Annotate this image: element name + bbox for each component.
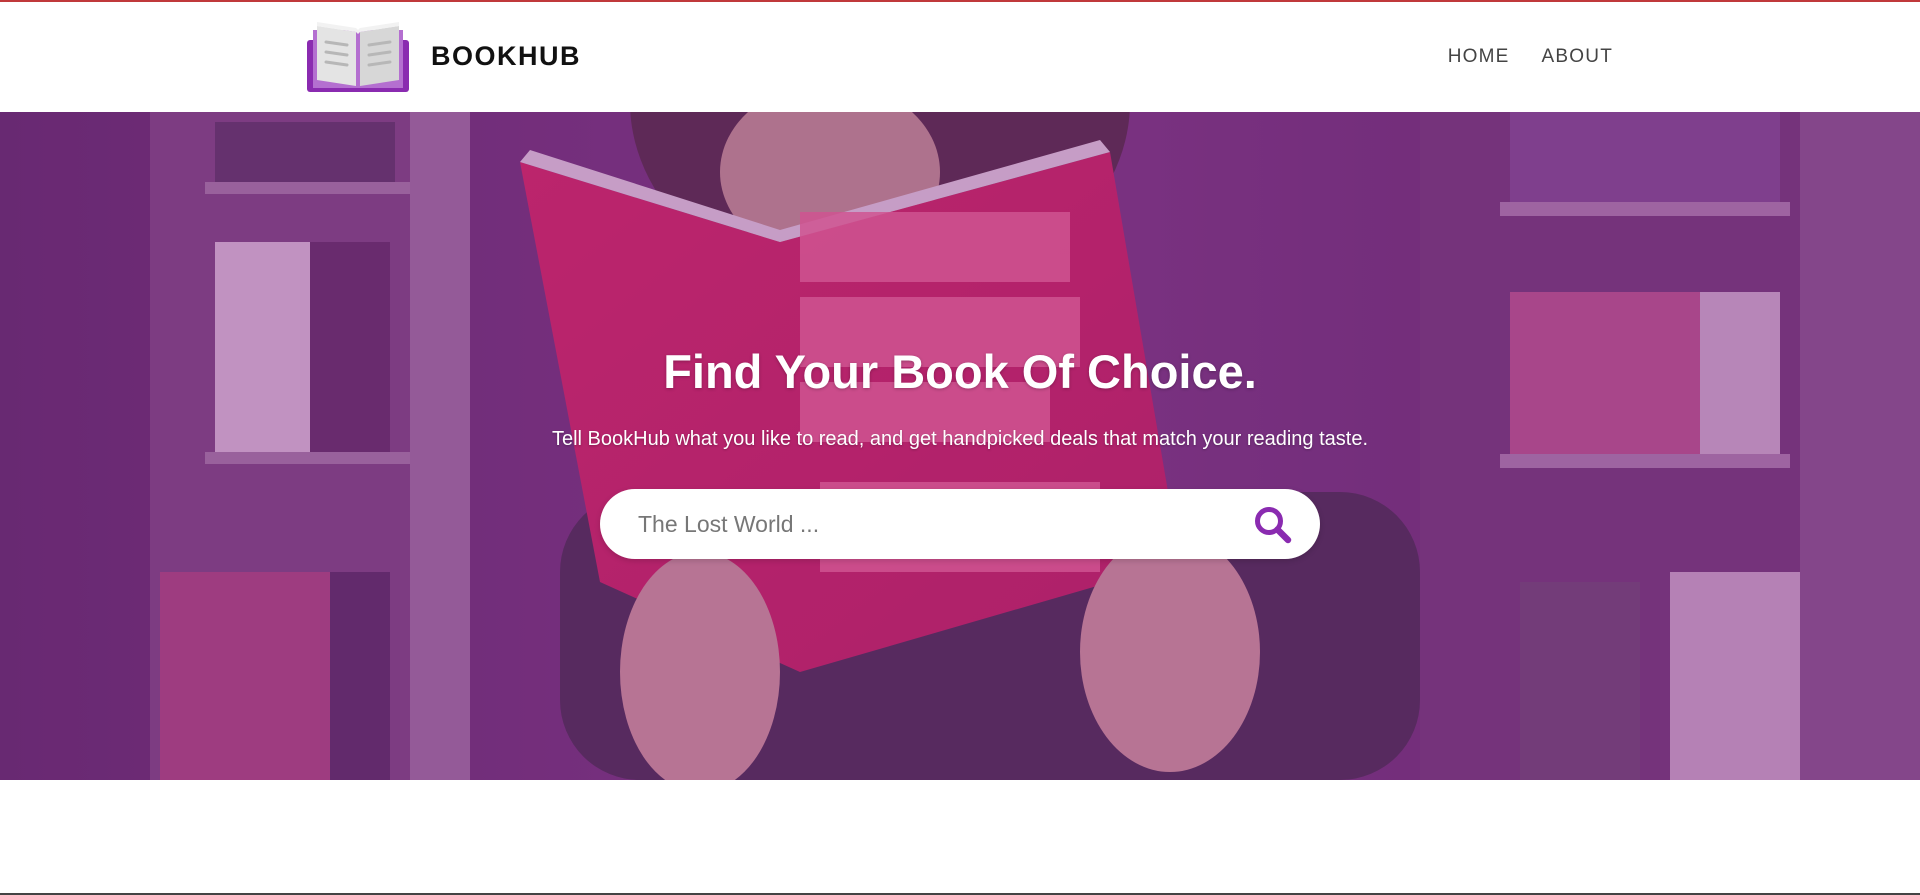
- brand-link[interactable]: BOOKHUB: [307, 20, 581, 92]
- hero-title: Find Your Book Of Choice.: [663, 345, 1257, 398]
- search-bar: [600, 489, 1320, 559]
- search-button[interactable]: [1252, 504, 1294, 546]
- navbar: BOOKHUB HOME ABOUT: [0, 2, 1920, 112]
- hero-section: Find Your Book Of Choice. Tell BookHub w…: [0, 112, 1920, 780]
- open-book-icon: [307, 22, 409, 92]
- search-icon: [1255, 507, 1292, 544]
- nav-about-link[interactable]: ABOUT: [1542, 46, 1613, 68]
- main-nav: HOME ABOUT: [1448, 2, 1613, 112]
- brand-name: BOOKHUB: [431, 40, 581, 71]
- hero-subtitle: Tell BookHub what you like to read, and …: [551, 428, 1369, 450]
- search-input[interactable]: [638, 489, 1218, 559]
- hero-content: Find Your Book Of Choice. Tell BookHub w…: [0, 112, 1920, 780]
- nav-home-link[interactable]: HOME: [1448, 46, 1510, 68]
